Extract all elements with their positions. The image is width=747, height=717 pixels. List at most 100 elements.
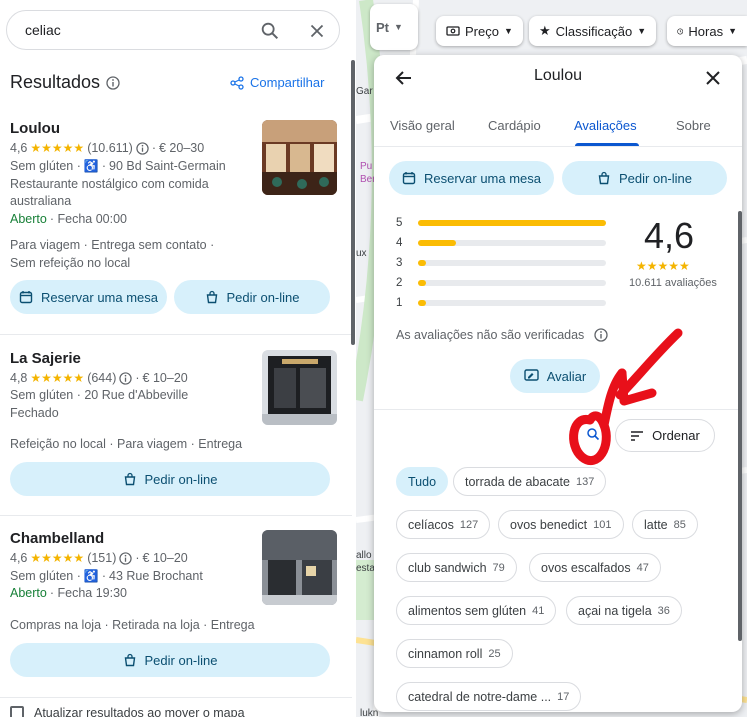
sort-button[interactable]: Ordenar: [615, 419, 715, 452]
rating-filter-button[interactable]: ★ Classificação ▼: [529, 16, 657, 46]
open-status: Aberto: [10, 212, 47, 226]
shopping-bag-icon: [124, 653, 135, 667]
review-topic-chip[interactable]: ovos escalfados 47: [529, 553, 661, 582]
share-button[interactable]: Compartilhar: [230, 75, 324, 90]
place-name[interactable]: Chambelland: [10, 530, 104, 547]
price-filter-button[interactable]: Preço ▼: [436, 16, 523, 46]
search-input[interactable]: celiac: [25, 22, 61, 38]
write-review-button[interactable]: Avaliar: [510, 359, 600, 393]
info-icon[interactable]: [136, 141, 149, 155]
review-topic-chip[interactable]: ovos benedict 101: [498, 510, 624, 539]
tab-overview[interactable]: Visão geral: [390, 118, 455, 133]
rating-stars: ★★★★★: [30, 371, 85, 385]
map-label: Gar: [356, 86, 373, 97]
share-icon: [230, 75, 244, 90]
info-icon[interactable]: [119, 371, 133, 385]
histogram-row: 1: [396, 293, 611, 313]
review-topic-chip[interactable]: catedral de notre-dame ... 17: [396, 682, 582, 711]
histogram-track: [418, 280, 606, 286]
order-online-button[interactable]: Pedir on-line: [10, 462, 330, 496]
write-review-label: Avaliar: [546, 368, 587, 384]
map-label: Pu: [360, 161, 373, 172]
histogram-row: 2: [396, 273, 611, 293]
tab-about[interactable]: Sobre: [676, 118, 711, 133]
divider: [0, 334, 352, 335]
place-photo[interactable]: [262, 350, 337, 425]
search-icon[interactable]: [259, 20, 281, 42]
price-range: € 10–20: [142, 551, 188, 565]
histogram-star-label: 1: [396, 297, 403, 309]
search-box[interactable]: celiac: [6, 10, 340, 50]
review-topic-chip[interactable]: club sandwich 79: [396, 553, 517, 582]
star-icon: ★: [539, 23, 551, 38]
category-line: Sem glúten · 20 Rue d'Abbeville: [10, 388, 189, 402]
average-score: 4,6: [644, 215, 695, 256]
tab-reviews[interactable]: Avaliações: [574, 118, 637, 133]
review-count: (644): [87, 371, 117, 385]
chip-label: catedral de notre-dame ...: [408, 689, 552, 704]
order-online-button[interactable]: Pedir on-line: [562, 161, 727, 195]
sort-label: Ordenar: [652, 428, 700, 443]
chip-label: torrada de abacate: [465, 474, 570, 489]
result-card-chambelland[interactable]: Chambelland 4,6 ★★★★★ (151) · € 10–20 Se…: [0, 520, 352, 690]
reserve-table-button[interactable]: Reservar uma mesa: [10, 280, 167, 314]
sort-icon: [631, 430, 644, 441]
review-topic-chip[interactable]: celíacos 127: [396, 510, 491, 539]
close-icon[interactable]: [704, 69, 722, 87]
checkbox[interactable]: [10, 706, 24, 717]
place-photo[interactable]: [262, 530, 337, 605]
review-topic-chip[interactable]: Tudo: [396, 467, 449, 496]
review-topic-chip[interactable]: latte 85: [632, 510, 698, 539]
results-scrollbar[interactable]: [351, 60, 355, 345]
results-header: Resultados: [10, 72, 120, 93]
chip-label: ovos escalfados: [541, 560, 631, 575]
chip-count: 127: [459, 518, 479, 531]
separator: ·: [101, 159, 106, 173]
info-icon[interactable]: [119, 551, 133, 565]
chip-label: alimentos sem glúten: [408, 603, 527, 618]
money-icon: [446, 26, 460, 36]
reserve-label: Reservar uma mesa: [40, 289, 159, 305]
review-topic-chip[interactable]: cinnamon roll 25: [396, 639, 513, 668]
chip-label: latte: [644, 517, 668, 532]
review-topic-chip[interactable]: torrada de abacate 137: [453, 467, 607, 496]
parking-layer-button[interactable]: Pt ▼: [370, 4, 418, 50]
review-topic-chip[interactable]: açai na tigela 36: [566, 596, 682, 625]
close-icon[interactable]: [306, 20, 328, 42]
place-photo[interactable]: [262, 120, 337, 195]
average-stars: ★★★★★: [636, 259, 690, 273]
wheelchair-icon: ♿: [83, 569, 99, 583]
reserve-label: Reservar uma mesa: [423, 170, 542, 186]
hours-filter-button[interactable]: Horas ▼: [667, 16, 747, 46]
results-title: Resultados: [10, 72, 101, 92]
separator: ·: [101, 569, 106, 583]
search-reviews-icon[interactable]: [586, 427, 600, 441]
place-name[interactable]: La Sajerie: [10, 350, 81, 367]
chip-count: 36: [657, 604, 670, 617]
services-cont: Sem refeição no local: [10, 256, 131, 270]
chip-count: 47: [636, 561, 649, 574]
info-icon[interactable]: [594, 328, 608, 342]
tab-menu[interactable]: Cardápio: [488, 118, 541, 133]
divider: [374, 409, 742, 410]
info-icon[interactable]: [106, 75, 120, 90]
panel-scrollbar[interactable]: [738, 211, 742, 641]
order-online-button[interactable]: Pedir on-line: [10, 643, 330, 677]
description: Restaurante nostálgico com comida: [10, 177, 209, 191]
separator: ·: [135, 371, 140, 385]
rating-histogram: 5 4 3 2 1: [396, 213, 611, 313]
reserve-table-button[interactable]: Reservar uma mesa: [389, 161, 554, 195]
order-label: Pedir on-line: [144, 652, 218, 668]
rating-stars: ★★★★★: [30, 141, 85, 155]
update-on-map-move-checkbox[interactable]: Atualizar resultados ao mover o mapa: [10, 706, 245, 717]
result-card-la-sajerie[interactable]: La Sajerie 4,8 ★★★★★ (644) · € 10–20 Sem…: [0, 340, 352, 510]
category-line: Sem glúten · ♿ · 43 Rue Brochant: [10, 569, 203, 583]
result-card-loulou[interactable]: Loulou 4,6 ★★★★★ (10.611) · € 20–30 Sem …: [0, 112, 352, 334]
chip-count: 17: [557, 690, 570, 703]
review-topic-chip[interactable]: alimentos sem glúten 41: [396, 596, 557, 625]
chevron-down-icon: ▼: [394, 22, 403, 32]
histogram-track: [418, 260, 606, 266]
place-name[interactable]: Loulou: [10, 120, 60, 137]
order-online-button[interactable]: Pedir on-line: [174, 280, 330, 314]
separator: ·: [135, 551, 140, 565]
